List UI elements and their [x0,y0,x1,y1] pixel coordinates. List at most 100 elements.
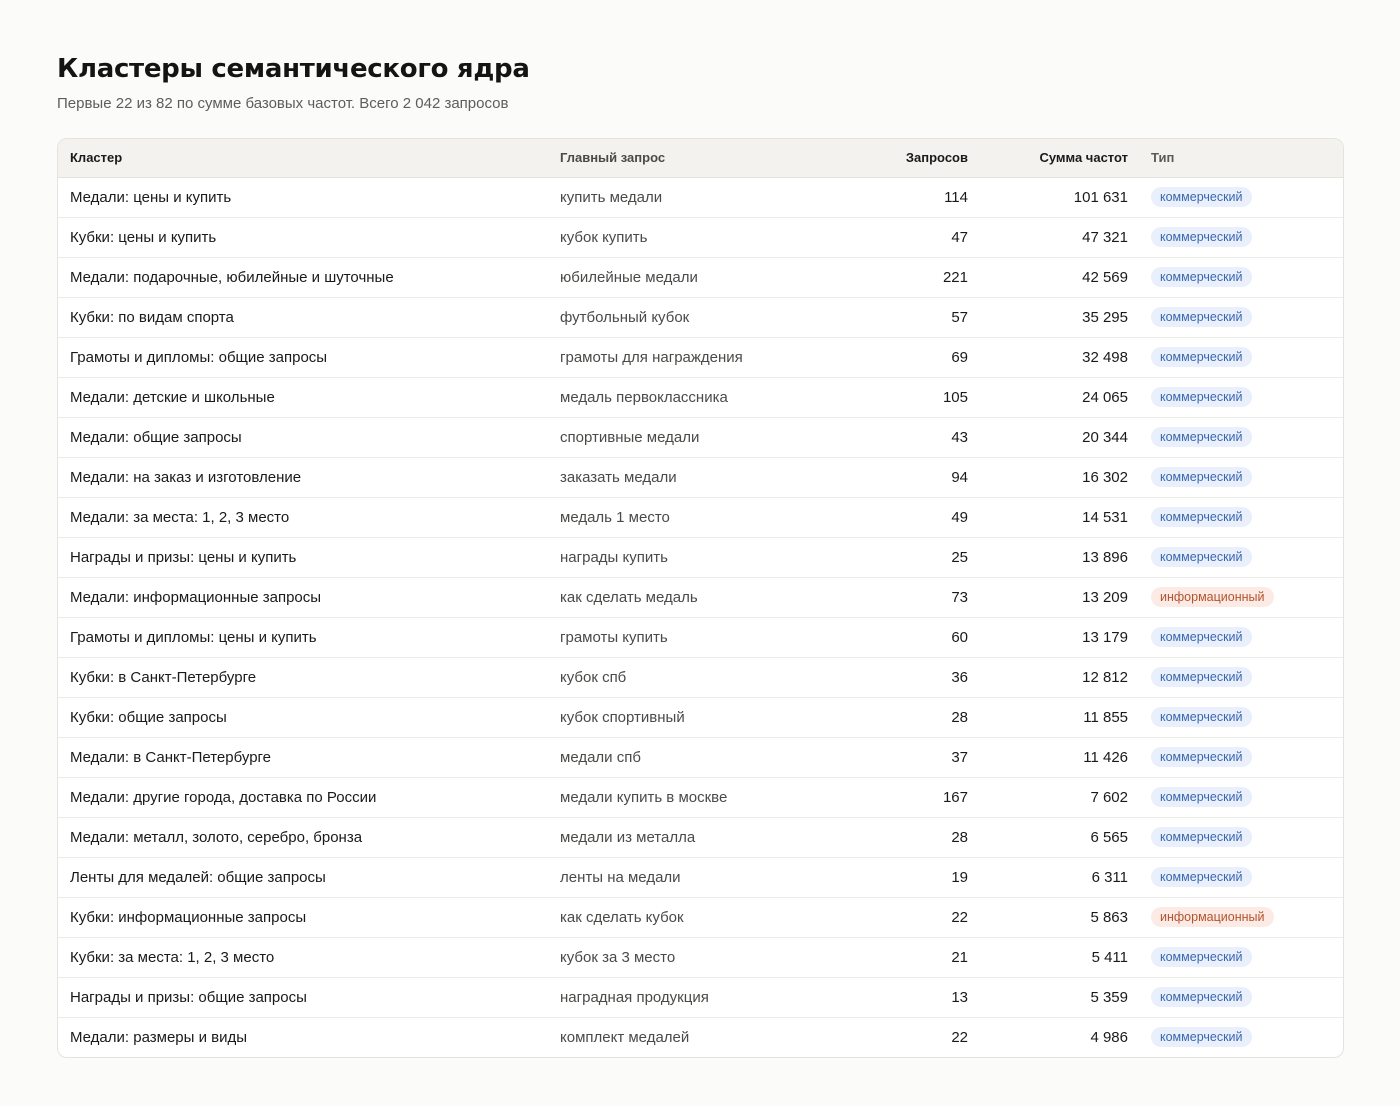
column-header-main-query[interactable]: Главный запрос [560,139,840,178]
type-badge: коммерческий [1151,227,1252,247]
queries-count-cell: 13 [840,976,968,1017]
table-header: Кластер Главный запрос Запросов Сумма ча… [58,139,1343,178]
freq-sum-cell: 14 531 [968,496,1128,537]
type-cell: коммерческий [1128,416,1343,457]
main-query-cell: медали спб [560,736,840,777]
queries-count-cell: 36 [840,656,968,697]
type-cell: коммерческий [1128,496,1343,537]
table-row[interactable]: Медали: цены и купить купить медали 114 101… [58,177,1343,217]
cluster-name-cell: Награды и призы: цены и купить [58,536,560,577]
table-row[interactable]: Медали: размеры и виды комплект медалей 22… [58,1016,1343,1057]
queries-count-cell: 43 [840,416,968,457]
table-row[interactable]: Ленты для медалей: общие запросы ленты на… [58,856,1343,897]
type-cell: коммерческий [1128,536,1343,577]
table-row[interactable]: Медали: другие города, доставка по Росси… [58,776,1343,817]
queries-count-cell: 19 [840,856,968,897]
cluster-name-cell: Медали: общие запросы [58,416,560,457]
cluster-name-cell: Кубки: цены и купить [58,216,560,257]
table-row[interactable]: Медали: общие запросы спортивные медали 43… [58,416,1343,457]
type-badge: коммерческий [1151,307,1252,327]
freq-sum-cell: 11 426 [968,736,1128,777]
queries-count-cell: 167 [840,776,968,817]
queries-count-cell: 57 [840,296,968,337]
page-subtitle: Первые 22 из 82 по сумме базовых частот.… [57,95,509,112]
main-query-cell: наградная продукция [560,976,840,1017]
column-header-freq-sum[interactable]: Сумма частот [968,139,1128,178]
table-row[interactable]: Кубки: цены и купить кубок купить 47 47 321… [58,216,1343,257]
type-badge: коммерческий [1151,267,1252,287]
freq-sum-cell: 7 602 [968,776,1128,817]
type-cell: коммерческий [1128,776,1343,817]
main-query-cell: заказать медали [560,456,840,497]
freq-sum-cell: 5 411 [968,936,1128,977]
queries-count-cell: 60 [840,616,968,657]
main-query-cell: кубок спортивный [560,696,840,737]
type-cell: коммерческий [1128,376,1343,417]
type-cell: коммерческий [1128,1016,1343,1057]
table-row[interactable]: Награды и призы: цены и купить награды ку… [58,536,1343,577]
table-row[interactable]: Кубки: информационные запросы как сделать… [58,896,1343,937]
cluster-name-cell: Медали: цены и купить [70,188,232,206]
type-cell: коммерческий [1128,936,1343,977]
type-cell: коммерческий [1128,816,1343,857]
type-badge: коммерческий [1151,627,1252,647]
type-cell: коммерческий [1128,616,1343,657]
type-badge: коммерческий [1151,507,1252,527]
main-query-cell: кубок спб [560,656,840,697]
queries-count-cell: 69 [840,336,968,377]
clusters-table: Кластер Главный запрос Запросов Сумма ча… [58,139,1343,1057]
queries-count-cell: 28 [840,696,968,737]
table-row[interactable]: Медали: информационные запросы как сделат… [58,576,1343,617]
table-row[interactable]: Медали: детские и школьные медаль первокл… [58,376,1343,417]
type-badge: коммерческий [1151,467,1252,487]
cluster-name-cell: Кубки: за места: 1, 2, 3 место [58,936,560,977]
table-row[interactable]: Медали: подарочные, юбилейные и шуточные… [58,256,1343,297]
column-header-cluster[interactable]: Кластер [58,139,560,178]
cluster-name-cell: Медали: другие города, доставка по Росси… [58,776,560,817]
type-badge: коммерческий [1151,667,1252,687]
main-query-cell: медали купить в москве [560,776,840,817]
table-row[interactable]: Медали: на заказ и изготовление заказать … [58,456,1343,497]
table-row[interactable]: Кубки: по видам спорта футбольный кубок 57… [58,296,1343,337]
type-badge: информационный [1151,907,1274,927]
type-badge: коммерческий [1151,547,1252,567]
cluster-name-cell: Медали: детские и школьные [58,376,560,417]
type-cell: коммерческий [1128,456,1343,497]
freq-sum-cell: 5 359 [968,976,1128,1017]
type-cell: коммерческий [1128,856,1343,897]
main-query-cell: юбилейные медали [560,256,840,297]
table-row[interactable]: Кубки: за места: 1, 2, 3 место кубок за 3… [58,936,1343,977]
table-row[interactable]: Награды и призы: общие запросы наградная … [58,976,1343,1017]
column-header-queries[interactable]: Запросов [840,139,968,178]
freq-sum-cell: 13 209 [968,576,1128,617]
table-row[interactable]: Медали: за места: 1, 2, 3 место медаль 1 … [58,496,1343,537]
main-query-cell: медаль 1 место [560,496,840,537]
queries-count-cell: 22 [840,896,968,937]
table-row[interactable]: Медали: в Санкт-Петербурге медали спб 37 11… [58,736,1343,777]
main-query-cell: кубок купить [560,216,840,257]
type-cell: коммерческий [1128,177,1343,217]
table-row[interactable]: Медали: металл, золото, серебро, бронза м… [58,816,1343,857]
type-badge: коммерческий [1151,787,1252,807]
page-title: Кластеры семантического ядра [57,54,530,84]
main-query-cell: ленты на медали [560,856,840,897]
main-query-cell: как сделать медаль [560,576,840,617]
table-row[interactable]: Кубки: общие запросы кубок спортивный 28 11… [58,696,1343,737]
cluster-name-cell: Медали: на заказ и изготовление [58,456,560,497]
queries-count-cell: 94 [840,456,968,497]
type-badge: коммерческий [1151,747,1252,767]
type-cell: информационный [1128,896,1343,937]
main-query-cell: грамоты купить [560,616,840,657]
clusters-table-card: Кластер Главный запрос Запросов Сумма ча… [57,138,1344,1058]
freq-sum-cell: 35 295 [968,296,1128,337]
queries-count-cell: 73 [840,576,968,617]
column-header-type[interactable]: Тип [1128,139,1343,178]
cluster-name-cell: Кубки: информационные запросы [58,896,560,937]
table-row[interactable]: Грамоты и дипломы: цены и купить грамоты … [58,616,1343,657]
freq-sum-cell: 24 065 [968,376,1128,417]
cluster-name-cell: Кубки: общие запросы [58,696,560,737]
queries-count-cell: 221 [840,256,968,297]
table-row[interactable]: Грамоты и дипломы: общие запросы грамоты … [58,336,1343,377]
table-header-row: Кластер Главный запрос Запросов Сумма ча… [58,139,1343,178]
table-row[interactable]: Кубки: в Санкт-Петербурге кубок спб 36 12 8… [58,656,1343,697]
